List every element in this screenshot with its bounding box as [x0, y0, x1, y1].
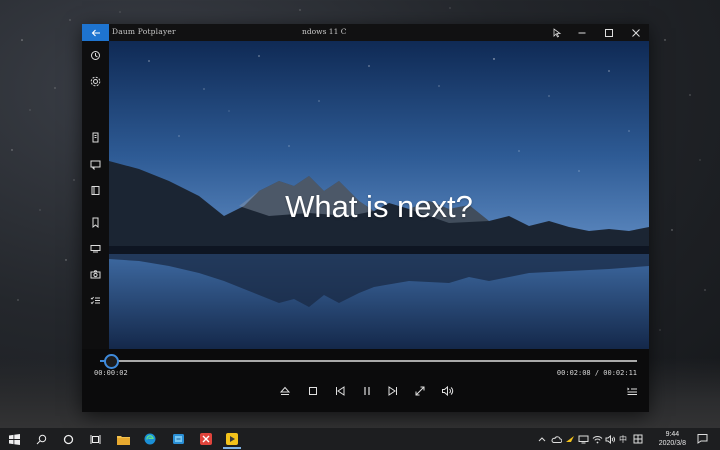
- tray-overflow-chevron[interactable]: [537, 433, 547, 445]
- chevron-up-icon: [538, 437, 546, 442]
- subtitles-icon: [90, 160, 101, 170]
- sidebar-item-display[interactable]: [88, 241, 103, 256]
- edge-icon: [144, 433, 156, 445]
- pause-icon: [364, 387, 370, 395]
- sidebar-item-subtitles[interactable]: [88, 157, 103, 172]
- minimize-button[interactable]: [574, 25, 590, 40]
- screen-icon: [91, 186, 100, 195]
- cursor-icon: [553, 27, 562, 38]
- close-icon: [632, 28, 640, 37]
- tray-onedrive[interactable]: [550, 433, 562, 445]
- history-icon: [91, 51, 100, 60]
- taskbar-clock[interactable]: 9:44 2020/3/8: [659, 430, 686, 448]
- cortana-icon: [63, 434, 73, 444]
- tray-display[interactable]: [577, 433, 589, 445]
- potplayer-window: Daum Potplayer ndows 11 C What is next? …: [82, 24, 649, 412]
- sidebar-item-checklist[interactable]: [88, 293, 103, 308]
- arrow-left-icon: [91, 29, 100, 36]
- eject-icon: [279, 386, 291, 395]
- cloud-icon: [551, 435, 562, 443]
- tray-ime-language[interactable]: 中: [617, 433, 629, 445]
- tray-volume[interactable]: [604, 433, 616, 445]
- gear-icon: [90, 76, 101, 87]
- taskbar-app-edge[interactable]: [141, 431, 159, 447]
- pause-button[interactable]: [359, 383, 375, 399]
- sidebar-item-bookmark[interactable]: [88, 215, 103, 230]
- sidebar-item-settings[interactable]: [88, 74, 103, 89]
- playlist-button[interactable]: [624, 383, 640, 399]
- video-overlay-text: What is next?: [285, 189, 473, 224]
- bookmark-icon: [92, 217, 99, 228]
- eject-button[interactable]: [277, 383, 293, 399]
- potplayer-icon: [226, 433, 238, 445]
- search-icon: [36, 434, 46, 444]
- arrow-app-icon: [566, 436, 574, 442]
- volume-icon: [441, 385, 453, 397]
- stop-button[interactable]: [305, 383, 321, 399]
- close-button[interactable]: [628, 25, 644, 40]
- sidebar-item-history[interactable]: [88, 48, 103, 63]
- volume-button[interactable]: [439, 383, 455, 399]
- display-icon: [578, 435, 588, 443]
- cursor-button[interactable]: [549, 25, 565, 40]
- time-total: 00:02:08 / 00:02:11: [556, 369, 637, 377]
- taskbar-app-potplayer[interactable]: [223, 431, 241, 449]
- cortana-button[interactable]: [59, 431, 77, 447]
- clock-time: 9:44: [665, 431, 680, 438]
- video-area[interactable]: What is next?: [109, 41, 649, 349]
- monitor-icon: [90, 245, 101, 253]
- sidebar: [82, 41, 109, 349]
- sidebar-item-capture[interactable]: [88, 267, 103, 282]
- taskbar-app-wps[interactable]: [197, 431, 215, 447]
- app-title: Daum Potplayer: [112, 27, 176, 36]
- store-icon: [172, 434, 184, 444]
- task-view-icon: [90, 434, 100, 444]
- taskbar-app-file-explorer[interactable]: [114, 431, 132, 447]
- sidebar-item-screen[interactable]: [88, 183, 103, 198]
- checklist-icon: [90, 296, 100, 305]
- skip-next-icon: [388, 386, 397, 396]
- minimize-icon: [578, 32, 586, 33]
- stop-icon: [309, 387, 317, 395]
- maximize-button[interactable]: [601, 25, 617, 40]
- ime-grid-icon: [633, 434, 643, 444]
- folder-icon: [116, 435, 130, 445]
- tray-app-icon[interactable]: [564, 433, 576, 445]
- notification-icon: [697, 433, 707, 444]
- tray-network[interactable]: [591, 433, 603, 445]
- start-button[interactable]: [5, 431, 23, 447]
- media-title: ndows 11 C: [302, 27, 347, 36]
- wps-icon: [200, 433, 212, 445]
- fullscreen-button[interactable]: [412, 383, 428, 399]
- wifi-icon: [592, 435, 602, 443]
- action-center-button[interactable]: [695, 432, 709, 444]
- seek-bar[interactable]: [100, 354, 637, 369]
- expand-icon: [415, 386, 425, 396]
- taskbar-app-store[interactable]: [169, 431, 187, 447]
- maximize-icon: [605, 28, 613, 37]
- seek-handle[interactable]: [103, 354, 119, 369]
- skip-previous-icon: [336, 386, 345, 396]
- speaker-icon: [605, 434, 615, 444]
- sidebar-item-remote[interactable]: [88, 130, 103, 145]
- title-bar[interactable]: Daum Potplayer ndows 11 C: [82, 24, 649, 41]
- playlist-icon: [627, 387, 637, 395]
- taskbar: 中 9:44 2020/3/8: [0, 428, 720, 450]
- next-button[interactable]: [385, 383, 401, 399]
- search-button[interactable]: [32, 431, 50, 447]
- tray-ime-mode[interactable]: [632, 433, 644, 445]
- remote-icon: [92, 132, 99, 143]
- back-button[interactable]: [82, 24, 109, 41]
- windows-logo-icon: [8, 433, 20, 445]
- time-elapsed: 00:00:02: [94, 369, 128, 377]
- clock-date: 2020/3/8: [658, 440, 686, 447]
- previous-button[interactable]: [332, 383, 348, 399]
- camera-icon: [90, 270, 101, 279]
- control-bar: 00:00:02 00:02:08 / 00:02:11: [82, 349, 649, 412]
- task-view-button[interactable]: [86, 431, 104, 447]
